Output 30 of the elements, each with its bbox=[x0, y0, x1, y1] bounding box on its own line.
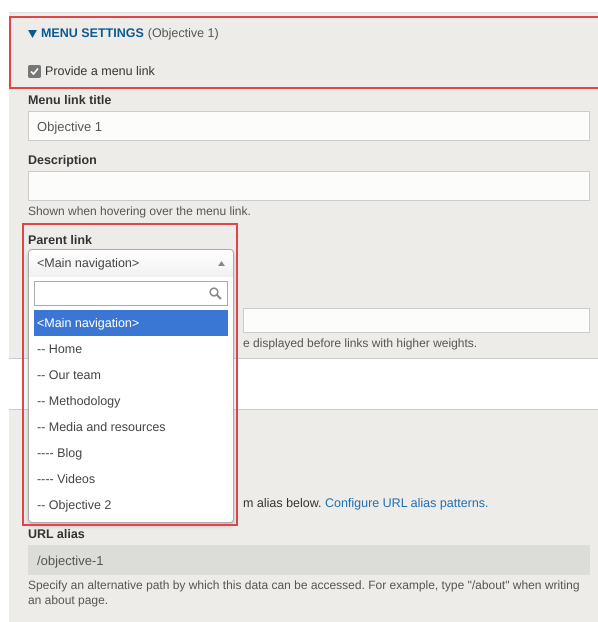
caret-icon bbox=[218, 261, 225, 266]
dropdown-option[interactable]: -- Methodology bbox=[29, 388, 233, 414]
dropdown-option[interactable]: -- Objective 2 bbox=[29, 492, 233, 518]
help-text: m alias below. bbox=[243, 496, 323, 510]
help-text: Shown when hovering over the menu link. bbox=[28, 204, 251, 219]
select-field[interactable]: <Main navigation> bbox=[29, 250, 233, 277]
search-field[interactable] bbox=[34, 281, 228, 306]
dropdown-option[interactable]: -- Media and resources bbox=[29, 414, 233, 440]
checkbox-label: Provide a menu link bbox=[45, 64, 155, 78]
checkbox[interactable] bbox=[28, 64, 41, 78]
text-field[interactable] bbox=[28, 171, 590, 201]
section-summary: (Objective 1) bbox=[148, 26, 219, 41]
dropdown-option[interactable]: -- Our team bbox=[29, 362, 233, 388]
field-label: URL alias bbox=[28, 527, 85, 542]
dropdown-option[interactable]: ---- Videos bbox=[29, 466, 233, 492]
field-label: Parent link bbox=[28, 233, 92, 248]
caret-icon[interactable] bbox=[28, 30, 37, 38]
dropdown-option[interactable]: ---- Blog bbox=[29, 440, 233, 466]
help-text: Specify an alternative path by which this data can be accessed. For example, type "/about" when writing an about page. bbox=[28, 578, 580, 608]
configure-link[interactable]: Configure URL alias patterns. bbox=[324, 496, 488, 510]
text-field[interactable]: /objective-1 bbox=[28, 545, 590, 575]
dropdown-option[interactable]: -- Home bbox=[29, 336, 233, 362]
dropdown-option[interactable]: <Main navigation> bbox=[34, 310, 228, 336]
section-title[interactable]: MENU SETTINGS bbox=[41, 26, 144, 41]
text-field[interactable] bbox=[243, 308, 590, 333]
field-label: Description bbox=[28, 153, 97, 168]
search-icon bbox=[209, 287, 222, 300]
text-field[interactable]: Objective 1 bbox=[28, 111, 590, 141]
field-label: Menu link title bbox=[28, 93, 112, 108]
help-text: e displayed before links with higher weights. bbox=[243, 336, 478, 351]
